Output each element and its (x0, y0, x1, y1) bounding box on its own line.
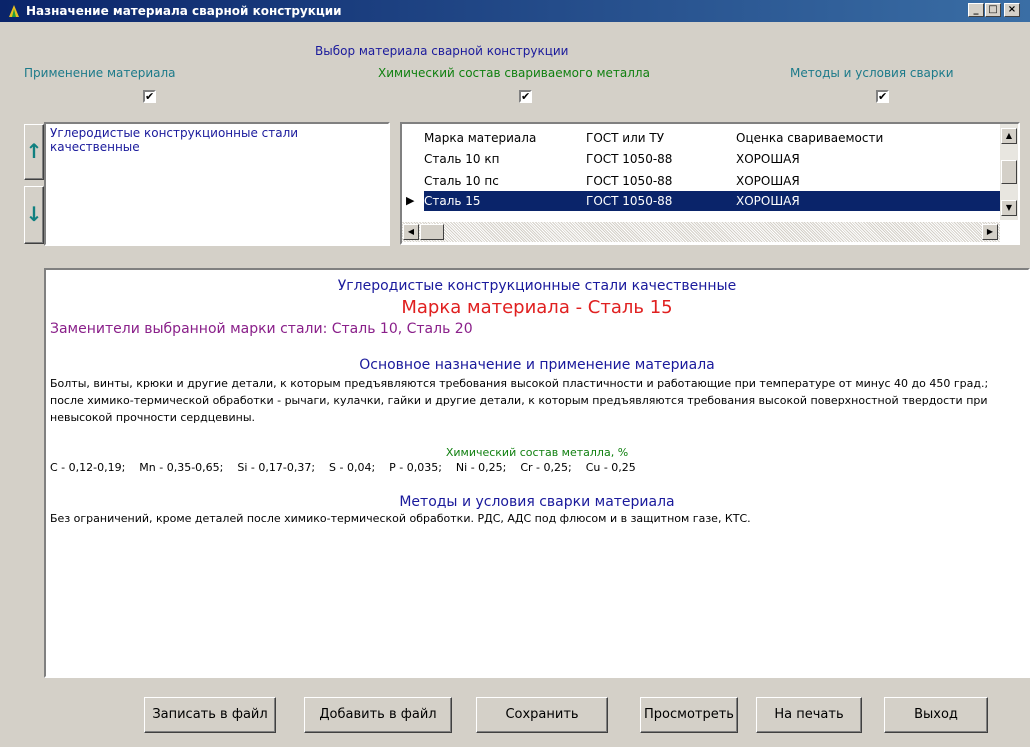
scroll-left-icon[interactable]: ◀ (403, 224, 419, 240)
move-down-button[interactable]: ↓ (24, 186, 44, 244)
methods-heading: Методы и условия сварки материала (399, 494, 675, 510)
cell-grade: Сталь 10 кп (424, 152, 500, 166)
hscroll-thumb[interactable] (420, 224, 444, 240)
purpose-text: Болты, винты, крюки и другие детали, к к… (50, 377, 989, 424)
col-gost[interactable]: ГОСТ или ТУ (586, 131, 664, 145)
maximize-button[interactable]: □ (985, 3, 1001, 17)
save-button[interactable]: Сохранить (476, 697, 608, 733)
table-row-selected[interactable]: Сталь 15 ГОСТ 1050-88 ХОРОШАЯ (424, 191, 1014, 211)
table-row[interactable]: Сталь 10 кп ГОСТ 1050-88 ХОРОШАЯ (424, 149, 1004, 169)
material-grid[interactable]: Марка материала ГОСТ или ТУ Оценка свари… (400, 122, 1020, 245)
chemical-heading: Химический состав металла, % (445, 446, 629, 459)
substitutes-text: Заменители выбранной марки стали: Сталь … (50, 321, 473, 337)
exit-button[interactable]: Выход (884, 697, 988, 733)
grade-heading: Марка материала - Сталь 15 (401, 297, 673, 318)
scroll-up-icon[interactable]: ▲ (1001, 128, 1017, 144)
print-button[interactable]: На печать (756, 697, 862, 733)
arrow-down-icon: ↓ (25, 202, 43, 226)
category-listbox[interactable]: Углеродистые конструкционные стали качес… (44, 122, 390, 246)
grid-header: Марка материала ГОСТ или ТУ Оценка свари… (424, 128, 1004, 148)
table-row[interactable]: Сталь 10 пс ГОСТ 1050-88 ХОРОШАЯ (424, 171, 1004, 191)
cell-weldability: ХОРОШАЯ (736, 194, 800, 208)
cell-grade: Сталь 10 пс (424, 174, 499, 188)
scroll-right-icon[interactable]: ▶ (982, 224, 998, 240)
scroll-thumb[interactable] (1001, 160, 1017, 184)
minimize-button[interactable]: _ (968, 3, 984, 17)
cell-gost: ГОСТ 1050-88 (586, 174, 673, 188)
window-title: Назначение материала сварной конструкции (26, 4, 342, 18)
close-button[interactable]: × (1004, 3, 1020, 17)
grid-vscrollbar[interactable]: ▲ ▼ (1000, 124, 1018, 220)
append-file-button[interactable]: Добавить в файл (304, 697, 452, 733)
write-file-button[interactable]: Записать в файл (144, 697, 276, 733)
category-heading: Углеродистые конструкционные стали качес… (337, 278, 737, 294)
chemical-text: C - 0,12-0,19; Mn - 0,35-0,65; Si - 0,17… (50, 461, 636, 474)
application-checkbox[interactable]: ✔ (143, 90, 156, 103)
chemical-label: Химический состав свариваемого металла (378, 66, 650, 80)
methods-label: Методы и условия сварки (790, 66, 954, 80)
application-label: Применение материала (24, 66, 176, 80)
arrow-up-icon: ↑ (25, 139, 43, 163)
details-panel[interactable]: Углеродистые конструкционные стали качес… (44, 268, 1030, 678)
selection-title: Выбор материала сварной конструкции (315, 44, 569, 58)
view-button[interactable]: Просмотреть (640, 697, 738, 733)
move-up-button[interactable]: ↑ (24, 124, 44, 180)
col-grade[interactable]: Марка материала (424, 131, 536, 145)
app-icon (9, 5, 19, 17)
methods-checkbox[interactable]: ✔ (876, 90, 889, 103)
cell-gost: ГОСТ 1050-88 (586, 194, 673, 208)
cell-grade: Сталь 15 (424, 194, 481, 208)
cell-gost: ГОСТ 1050-88 (586, 152, 673, 166)
scroll-down-icon[interactable]: ▼ (1001, 200, 1017, 216)
category-item[interactable]: Углеродистые конструкционные стали качес… (50, 126, 350, 154)
chemical-checkbox[interactable]: ✔ (519, 90, 532, 103)
cell-weldability: ХОРОШАЯ (736, 152, 800, 166)
methods-text: Без ограничений, кроме деталей после хим… (50, 512, 751, 525)
cell-weldability: ХОРОШАЯ (736, 174, 800, 188)
col-weldability[interactable]: Оценка свариваемости (736, 131, 883, 145)
purpose-heading: Основное назначение и применение материа… (359, 357, 715, 373)
grid-hscrollbar[interactable]: ◀ ▶ (402, 222, 1000, 242)
title-bar[interactable]: Назначение материала сварной конструкции… (0, 0, 1030, 22)
row-indicator-icon: ▶ (406, 194, 415, 207)
